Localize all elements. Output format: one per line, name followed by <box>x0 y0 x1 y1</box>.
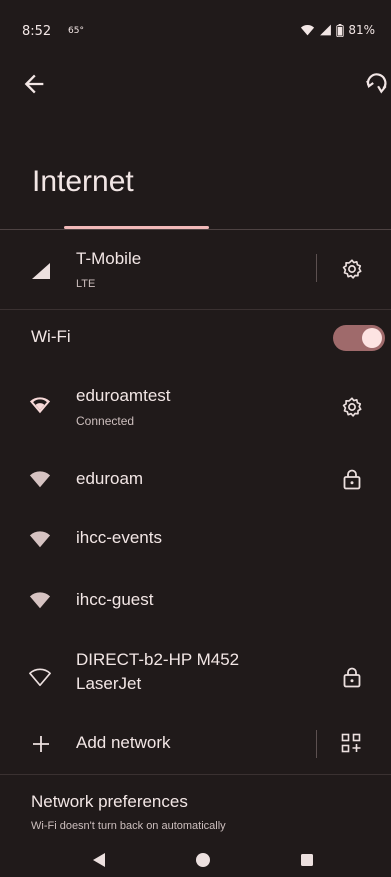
network-name: eduroam <box>76 469 144 488</box>
wifi-icon <box>300 24 315 36</box>
mobile-network-row[interactable]: T-Mobile LTE <box>0 232 391 306</box>
status-temperature: 65° <box>68 26 84 36</box>
lock-icon <box>342 468 362 490</box>
gear-icon[interactable] <box>341 258 363 280</box>
add-network-label: Add network <box>76 733 171 752</box>
recents-square-icon[interactable] <box>300 853 314 867</box>
status-time: 8:52 <box>22 24 52 39</box>
network-row-direct-hp[interactable]: DIRECT-b2-HP M452 LaserJet <box>0 642 391 710</box>
vertical-divider <box>316 730 317 758</box>
network-name: ihcc-guest <box>76 590 154 609</box>
network-name: ihcc-events <box>76 528 162 547</box>
status-bar: 8:52 65° 81% <box>0 0 391 60</box>
wifi-filled-icon <box>29 589 51 611</box>
network-name-line1: DIRECT-b2-HP M452 <box>76 650 240 669</box>
wifi-outline-icon <box>29 666 51 688</box>
wifi-toggle-switch[interactable] <box>333 325 385 351</box>
add-network-row[interactable]: Add network <box>0 718 391 770</box>
network-preferences-row[interactable]: Network preferences Wi-Fi doesn't turn b… <box>0 784 391 836</box>
network-preferences-title: Network preferences <box>31 792 188 811</box>
vertical-divider <box>316 254 317 282</box>
header-divider <box>0 229 391 230</box>
cell-signal-icon <box>31 262 51 280</box>
network-row-ihcc-events[interactable]: ihcc-events <box>0 514 391 568</box>
back-button[interactable] <box>20 70 48 98</box>
network-row-eduroam[interactable]: eduroam <box>0 452 391 506</box>
lock-icon <box>342 666 362 688</box>
page-title: Internet <box>32 165 134 198</box>
mobile-network-name: T-Mobile <box>76 249 142 268</box>
network-row-eduroamtest[interactable]: eduroamtest Connected <box>0 374 391 438</box>
cell-signal-icon <box>319 24 332 36</box>
refresh-help-icon <box>364 70 390 96</box>
plus-icon <box>31 734 51 754</box>
network-status: Connected <box>76 414 135 428</box>
back-triangle-icon[interactable] <box>92 852 106 868</box>
wifi-filled-icon <box>29 468 51 490</box>
status-icons: 81% <box>300 23 375 37</box>
battery-percent: 81% <box>348 23 375 37</box>
row-divider <box>0 309 391 310</box>
toggle-knob <box>362 328 382 348</box>
wifi-filled-icon <box>29 528 51 550</box>
battery-icon <box>336 23 345 37</box>
wifi-label: Wi-Fi <box>31 327 71 346</box>
gear-icon[interactable] <box>341 396 363 418</box>
mobile-network-type: LTE <box>76 278 96 290</box>
network-name: eduroamtest <box>76 386 171 405</box>
system-nav-bar <box>0 840 391 877</box>
help-button[interactable] <box>364 70 390 96</box>
arrow-left-icon <box>20 70 48 98</box>
network-name-line2: LaserJet <box>76 674 142 693</box>
network-preferences-subtitle: Wi-Fi doesn't turn back on automatically <box>31 820 226 832</box>
row-divider <box>0 774 391 775</box>
home-circle-icon[interactable] <box>195 852 211 868</box>
qr-scan-icon[interactable] <box>341 733 361 753</box>
network-row-ihcc-guest[interactable]: ihcc-guest <box>0 576 391 630</box>
wifi-outline-icon <box>29 394 51 416</box>
